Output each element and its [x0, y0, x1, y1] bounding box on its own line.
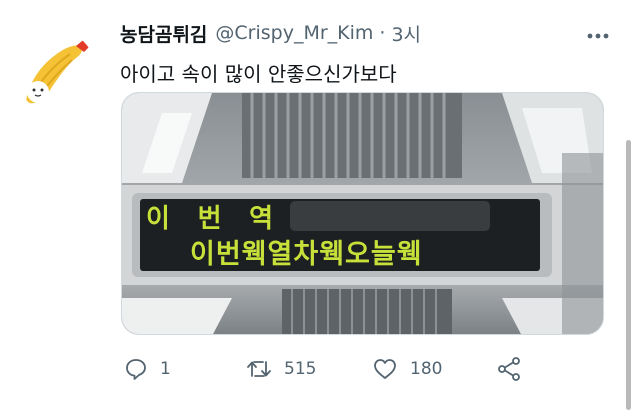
like-button[interactable]: 180: [372, 352, 442, 386]
sign-line-1: 이 번 역: [146, 204, 279, 234]
sign-line-2: 이번웩열차웩오늘웩: [190, 239, 423, 270]
tweet-media-image[interactable]: 이 번 역 이번웩열차웩오늘웩: [121, 92, 604, 335]
retweet-button[interactable]: 515: [246, 352, 316, 386]
more-icon: [587, 33, 609, 39]
scrollbar-thumb[interactable]: [626, 140, 631, 410]
retweet-icon: [247, 361, 271, 377]
user-handle[interactable]: @Crispy_Mr_Kim: [215, 22, 373, 44]
tweet[interactable]: 농담곰튀김 @Crispy_Mr_Kim · 3시 아이고 속이 많이 안좋으신…: [0, 0, 640, 413]
display-name[interactable]: 농담곰튀김: [120, 20, 207, 47]
avatar[interactable]: [14, 30, 96, 112]
share-icon: [498, 357, 520, 381]
scrollbar[interactable]: [620, 0, 640, 413]
redaction-box: [290, 201, 490, 231]
more-button[interactable]: [584, 22, 612, 50]
subway-sign-photo: 이 번 역 이번웩열차웩오늘웩: [122, 93, 603, 334]
fried-shrimp-avatar-image: [14, 30, 96, 112]
tweet-text: 아이고 속이 많이 안좋으신가보다: [120, 62, 397, 86]
like-count: 180: [410, 359, 443, 379]
reply-icon: [126, 359, 146, 380]
separator-dot: ·: [379, 22, 386, 44]
like-icon: [374, 359, 396, 379]
retweet-count: 515: [284, 359, 317, 379]
share-button[interactable]: [496, 352, 522, 386]
tweet-time[interactable]: 3시: [391, 20, 421, 47]
reply-button[interactable]: 1: [124, 352, 171, 386]
tweet-header: 농담곰튀김 @Crispy_Mr_Kim · 3시: [120, 18, 580, 48]
tweet-actions: 1 515 180: [120, 352, 540, 386]
reply-count: 1: [160, 359, 171, 379]
